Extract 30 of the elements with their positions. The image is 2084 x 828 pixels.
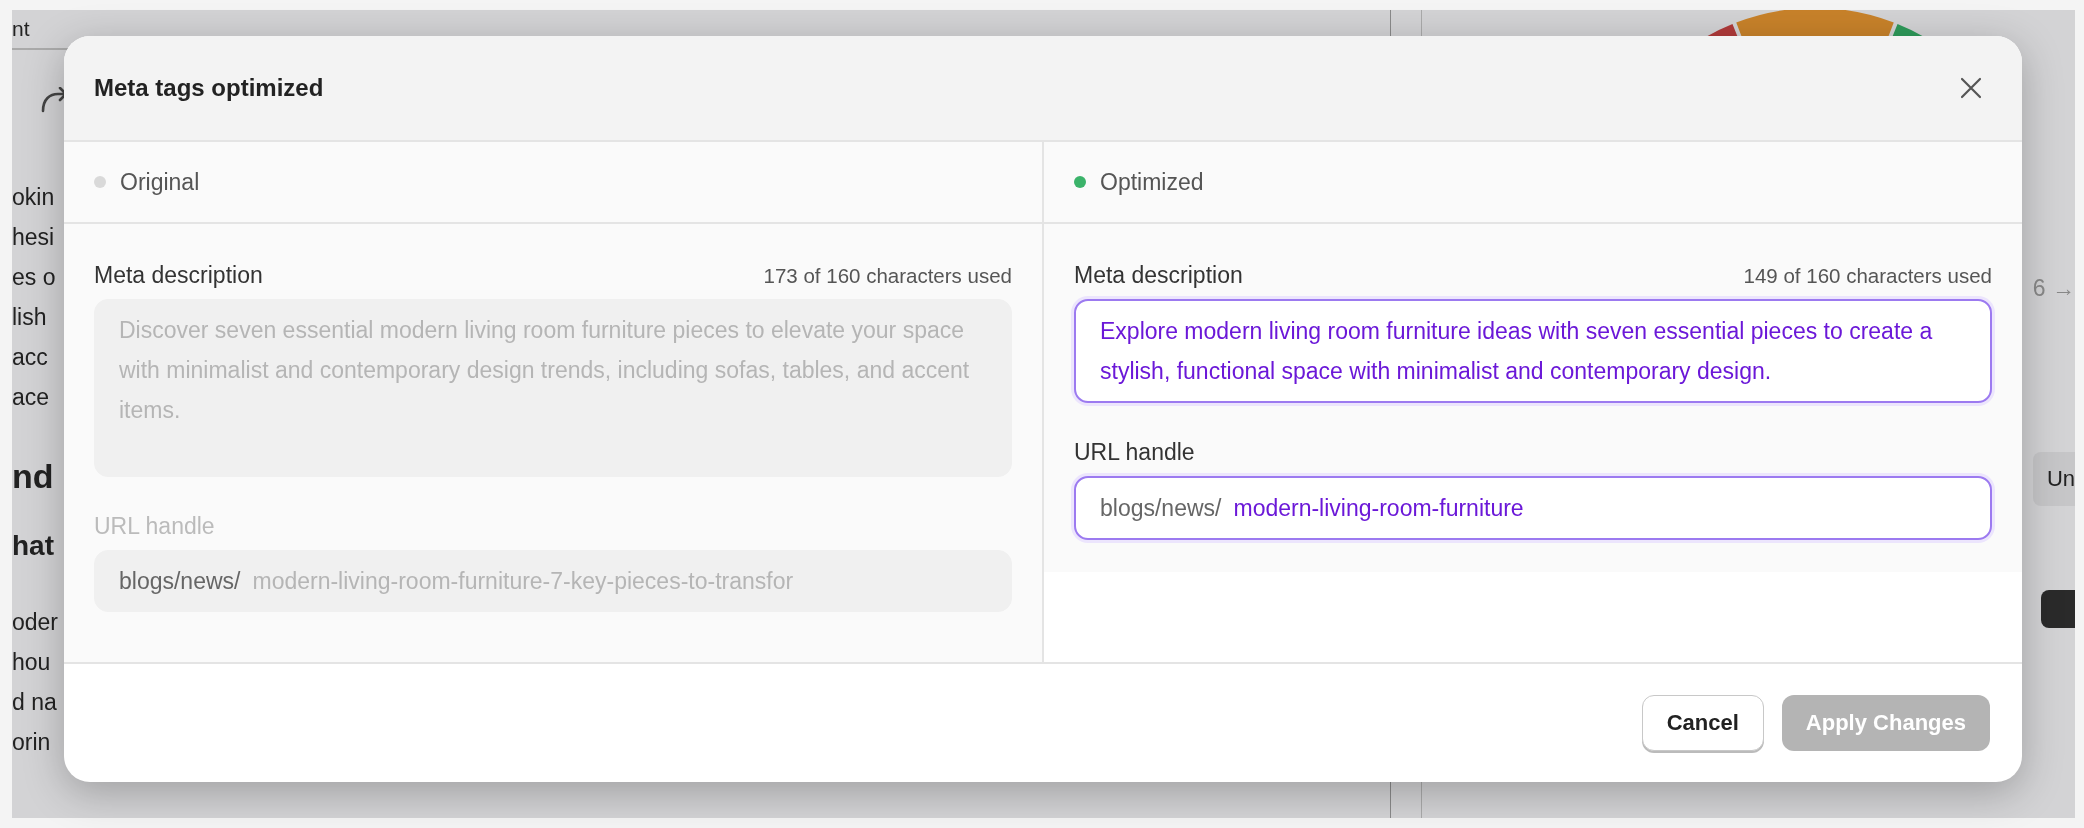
status-chip: Un xyxy=(2032,452,2075,506)
description-field: Discover seven essential modern living room furniture pieces to elevate your space with minimalist and contemporary design trends, including sofas, tables, and accent items. xyxy=(94,299,1012,477)
field-label: Meta description xyxy=(94,262,263,289)
character-count: 149 of 160 characters used xyxy=(1743,264,1992,288)
description-field[interactable]: Explore modern living room furniture ideas with seven essential pieces to create a stylish, functional space with minimalist and contemporary design. xyxy=(1074,299,1992,403)
article-text: okin xyxy=(12,183,55,212)
article-text: ace xyxy=(12,383,50,412)
article-subheading: hat xyxy=(12,530,54,562)
close-icon[interactable] xyxy=(1960,77,1982,99)
article-text: d na xyxy=(12,688,57,717)
url-field: blogs/news/ modern-living-room-furniture-7-key-pieces-to-transfor xyxy=(94,550,1012,612)
article-text: hesi xyxy=(12,223,55,252)
article-text: es o xyxy=(12,263,56,292)
dialog-title: Meta tags optimized xyxy=(94,74,324,102)
cancel-button[interactable]: Cancel xyxy=(1641,695,1764,751)
action-button[interactable] xyxy=(2041,590,2075,628)
article-text: lish xyxy=(12,303,47,332)
column-heading: Original xyxy=(120,168,200,196)
url-field[interactable]: blogs/news/ modern-living-room-furniture xyxy=(1074,476,1992,540)
article-text: acc xyxy=(12,343,48,372)
character-count: 173 of 160 characters used xyxy=(763,264,1012,288)
field-label: URL handle xyxy=(1074,439,1196,466)
article-text: hou xyxy=(12,648,51,677)
article-heading: nd xyxy=(12,457,54,496)
field-label: Meta description xyxy=(1074,262,1243,289)
article-text: oder xyxy=(12,608,59,637)
page-title: nt xyxy=(12,17,30,41)
article-text: orin xyxy=(12,728,51,757)
column-heading: Optimized xyxy=(1100,168,1204,196)
field-label: URL handle xyxy=(94,513,216,540)
